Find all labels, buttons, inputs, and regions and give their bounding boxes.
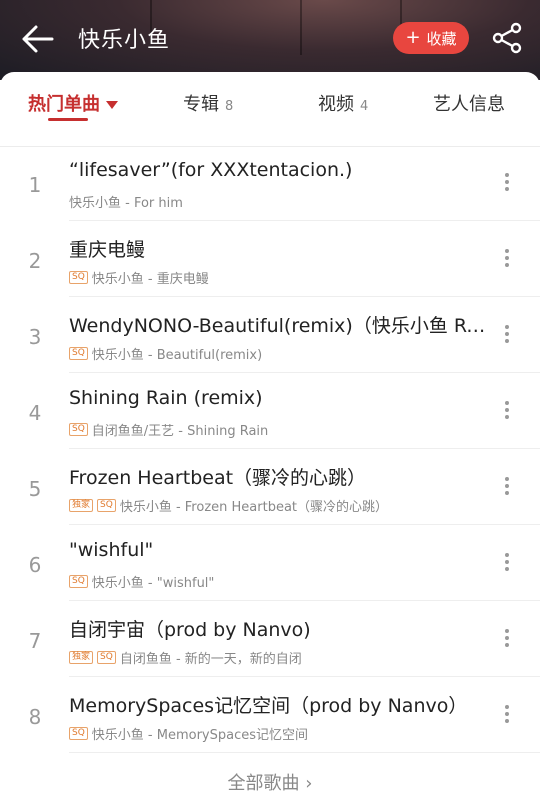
artist-album-text: 快乐小鱼 - Beautiful(remix) xyxy=(91,348,263,363)
song-number: 8 xyxy=(28,705,42,729)
row-divider xyxy=(69,600,540,601)
tab-label: 专辑 xyxy=(183,94,219,115)
artist-album-text: 快乐小鱼 - Frozen Heartbeat（骤冷的心跳） xyxy=(119,500,389,515)
row-divider xyxy=(69,448,540,449)
song-title: MemorySpaces记忆空间（prod by Nanvo） xyxy=(69,695,468,717)
artist-album-text: 快乐小鱼 - For him xyxy=(69,196,183,211)
more-options-icon[interactable] xyxy=(497,550,517,576)
content-sheet: 热门单曲 专辑 8 视频 4 艺人信息 1 “lifesaver”(for XXXte… xyxy=(0,72,540,811)
sq-quality-badge: SQ xyxy=(69,347,88,360)
artist-header: 快乐小鱼 + 收藏 xyxy=(0,0,540,80)
exclusive-badge: 独家 xyxy=(69,651,94,664)
row-divider xyxy=(69,676,540,677)
song-number: 6 xyxy=(28,553,42,577)
song-title: Shining Rain (remix) xyxy=(69,387,263,409)
song-title: "wishful" xyxy=(69,539,154,561)
more-options-icon[interactable] xyxy=(497,626,517,652)
song-subtitle: SQ 快乐小鱼 - Beautiful(remix) xyxy=(69,344,262,363)
song-title: 自闭宇宙（prod by Nanvo) xyxy=(69,619,311,641)
artist-album-text: 快乐小鱼 - "wishful" xyxy=(91,576,215,591)
row-divider xyxy=(69,752,540,753)
row-divider xyxy=(69,296,540,297)
song-subtitle: SQ 快乐小鱼 - "wishful" xyxy=(69,572,214,591)
more-options-icon[interactable] xyxy=(497,170,517,196)
tab-bar: 热门单曲 专辑 8 视频 4 艺人信息 xyxy=(0,72,540,147)
song-row[interactable]: 5 Frozen Heartbeat（骤冷的心跳） 独家 SQ 快乐小鱼 - Froze… xyxy=(0,450,540,525)
back-arrow-icon[interactable] xyxy=(20,22,56,56)
tab-label: 艺人信息 xyxy=(433,94,505,115)
song-subtitle: SQ 快乐小鱼 - 重庆电鳗 xyxy=(69,268,209,287)
song-row[interactable]: 6 "wishful" SQ 快乐小鱼 - "wishful" xyxy=(0,526,540,601)
more-options-icon[interactable] xyxy=(497,474,517,500)
song-title: 重庆电鳗 xyxy=(69,239,146,261)
tab-albums[interactable]: 专辑 8 xyxy=(183,90,233,116)
share-icon[interactable] xyxy=(490,22,524,54)
more-options-icon[interactable] xyxy=(497,702,517,728)
sq-quality-badge: SQ xyxy=(69,271,88,284)
dropdown-caret-icon xyxy=(106,101,118,109)
favorite-button[interactable]: + 收藏 xyxy=(393,22,469,54)
tab-count: 4 xyxy=(360,99,369,114)
sq-quality-badge: SQ xyxy=(69,423,88,436)
tab-artist-info[interactable]: 艺人信息 xyxy=(433,90,505,116)
song-subtitle: 独家 SQ 自闭鱼鱼 - 新的一天，新的自闭 xyxy=(69,648,302,667)
song-subtitle: SQ 自闭鱼鱼/王艺 - Shining Rain xyxy=(69,420,268,439)
row-divider xyxy=(69,524,540,525)
song-title: WendyNONO-Beautiful(remix)（快乐小鱼 Re... xyxy=(69,315,489,337)
more-options-icon[interactable] xyxy=(497,398,517,424)
sq-quality-badge: SQ xyxy=(97,651,116,664)
artist-album-text: 快乐小鱼 - 重庆电鳗 xyxy=(91,272,209,287)
tab-hot-songs[interactable]: 热门单曲 xyxy=(28,90,118,116)
favorite-label: 收藏 xyxy=(426,29,457,48)
row-divider xyxy=(69,372,540,373)
tab-label: 热门单曲 xyxy=(28,94,100,115)
artist-album-text: 快乐小鱼 - MemorySpaces记忆空间 xyxy=(91,728,309,743)
tab-count: 8 xyxy=(225,99,234,114)
song-row[interactable]: 8 MemorySpaces记忆空间（prod by Nanvo） SQ 快乐小鱼 -… xyxy=(0,678,540,753)
sq-quality-badge: SQ xyxy=(69,727,88,740)
all-songs-link[interactable]: 全部歌曲 › xyxy=(0,769,540,795)
song-row[interactable]: 3 WendyNONO-Beautiful(remix)（快乐小鱼 Re... SQ… xyxy=(0,298,540,373)
song-row[interactable]: 4 Shining Rain (remix) SQ 自闭鱼鱼/王艺 - Shining… xyxy=(0,374,540,449)
plus-icon: + xyxy=(405,27,421,48)
more-options-icon[interactable] xyxy=(497,322,517,348)
more-options-icon[interactable] xyxy=(497,246,517,272)
sq-quality-badge: SQ xyxy=(69,575,88,588)
song-subtitle: 独家 SQ 快乐小鱼 - Frozen Heartbeat（骤冷的心跳） xyxy=(69,496,388,515)
sq-quality-badge: SQ xyxy=(97,499,116,512)
song-title: Frozen Heartbeat（骤冷的心跳） xyxy=(69,467,367,489)
song-subtitle: 快乐小鱼 - For him xyxy=(69,192,183,211)
song-number: 7 xyxy=(28,629,42,653)
song-number: 2 xyxy=(28,249,42,273)
song-number: 1 xyxy=(28,173,42,197)
tab-label: 视频 xyxy=(318,94,354,115)
tab-videos[interactable]: 视频 4 xyxy=(318,90,368,116)
song-subtitle: SQ 快乐小鱼 - MemorySpaces记忆空间 xyxy=(69,724,308,743)
song-number: 4 xyxy=(28,401,42,425)
background-decoration xyxy=(300,0,302,55)
song-row[interactable]: 2 重庆电鳗 SQ 快乐小鱼 - 重庆电鳗 xyxy=(0,222,540,297)
artist-title: 快乐小鱼 xyxy=(78,28,171,53)
song-row[interactable]: 7 自闭宇宙（prod by Nanvo) 独家 SQ 自闭鱼鱼 - 新的一天，新的自闭 xyxy=(0,602,540,677)
active-tab-indicator xyxy=(48,118,88,121)
song-number: 5 xyxy=(28,477,42,501)
song-title: “lifesaver”(for XXXtentacion.) xyxy=(69,159,353,181)
artist-album-text: 自闭鱼鱼 - 新的一天，新的自闭 xyxy=(119,652,302,667)
artist-album-text: 自闭鱼鱼/王艺 - Shining Rain xyxy=(91,424,269,439)
song-row[interactable]: 1 “lifesaver”(for XXXtentacion.) 快乐小鱼 - Fo… xyxy=(0,146,540,221)
song-number: 3 xyxy=(28,325,42,349)
exclusive-badge: 独家 xyxy=(69,499,94,512)
row-divider xyxy=(69,220,540,221)
